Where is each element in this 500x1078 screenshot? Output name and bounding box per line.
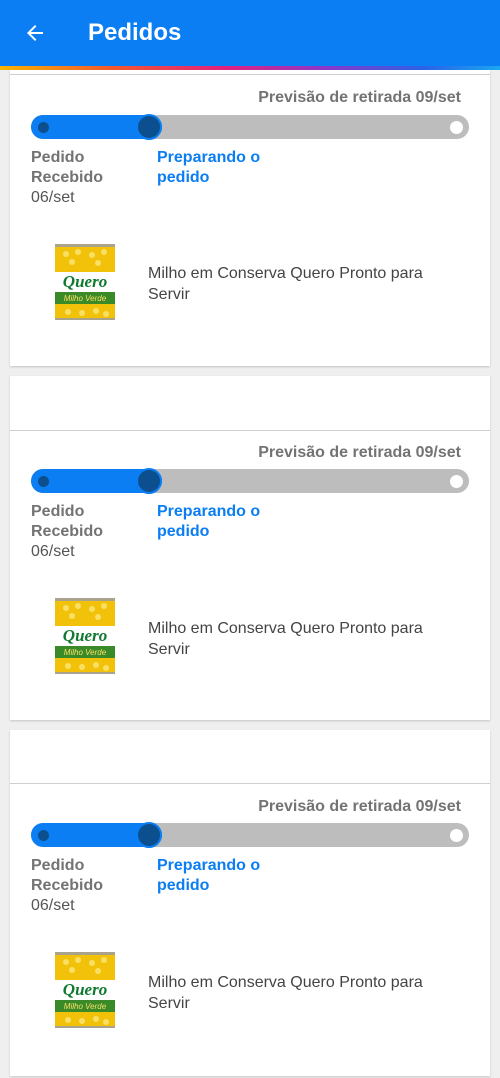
step-dot-received: [38, 122, 49, 133]
product-name[interactable]: Milho em Conserva Quero Pronto para Serv…: [148, 972, 468, 1014]
page-title: Pedidos: [88, 19, 182, 46]
step-dot-current: [136, 822, 162, 848]
step-received-label: Pedido Recebido: [31, 503, 104, 540]
product-name[interactable]: Milho em Conserva Quero Pronto para Serv…: [148, 263, 468, 305]
step-received-date: 06/set: [31, 543, 75, 560]
product-image[interactable]: Quero Milho Verde: [52, 948, 118, 1032]
step-dot-received: [38, 476, 49, 487]
step-received: Pedido Recebido 06/set: [31, 856, 141, 916]
arrow-left-icon: [27, 25, 43, 41]
product-variant: Milho Verde: [64, 648, 107, 657]
step-received-label: Pedido Recebido: [31, 149, 104, 186]
orders-list[interactable]: Previsão de retirada 09/set Pedido Receb…: [0, 70, 500, 1078]
product-brand: Quero: [63, 272, 107, 291]
step-preparing-label: Preparando o pedido: [157, 149, 261, 186]
step-dot-pickup: [450, 121, 463, 134]
product-brand: Quero: [63, 626, 107, 645]
product-variant: Milho Verde: [64, 294, 107, 303]
step-preparing-label: Preparando o pedido: [157, 503, 261, 540]
product-variant: Milho Verde: [64, 1002, 107, 1011]
pickup-forecast: Previsão de retirada 09/set: [258, 798, 461, 815]
step-received: Pedido Recebido 06/set: [31, 148, 141, 208]
step-received-label: Pedido Recebido: [31, 857, 104, 894]
order-card[interactable]: Previsão de retirada 09/set Pedido Receb…: [10, 730, 490, 1076]
order-card[interactable]: Previsão de retirada 09/set Pedido Receb…: [10, 376, 490, 720]
step-received: Pedido Recebido 06/set: [31, 502, 141, 562]
card-divider: [10, 783, 490, 784]
back-button[interactable]: [0, 0, 70, 66]
product-image[interactable]: Quero Milho Verde: [52, 240, 118, 324]
step-received-date: 06/set: [31, 189, 75, 206]
step-dot-current: [136, 114, 162, 140]
order-card[interactable]: Previsão de retirada 09/set Pedido Receb…: [10, 70, 490, 366]
order-progress-bar: [31, 468, 469, 494]
step-received-date: 06/set: [31, 897, 75, 914]
card-divider: [10, 74, 490, 75]
order-progress-bar: [31, 114, 469, 140]
step-dot-received: [38, 830, 49, 841]
card-divider: [10, 430, 490, 431]
product-brand: Quero: [63, 980, 107, 999]
order-progress-bar: [31, 822, 469, 848]
app-bar: Pedidos: [0, 0, 500, 66]
step-dot-current: [136, 468, 162, 494]
step-preparing-label: Preparando o pedido: [157, 857, 261, 894]
step-dot-pickup: [450, 475, 463, 488]
step-dot-pickup: [450, 829, 463, 842]
pickup-forecast: Previsão de retirada 09/set: [258, 89, 461, 106]
product-image[interactable]: Quero Milho Verde: [52, 594, 118, 678]
product-name[interactable]: Milho em Conserva Quero Pronto para Serv…: [148, 618, 468, 660]
pickup-forecast: Previsão de retirada 09/set: [258, 444, 461, 461]
